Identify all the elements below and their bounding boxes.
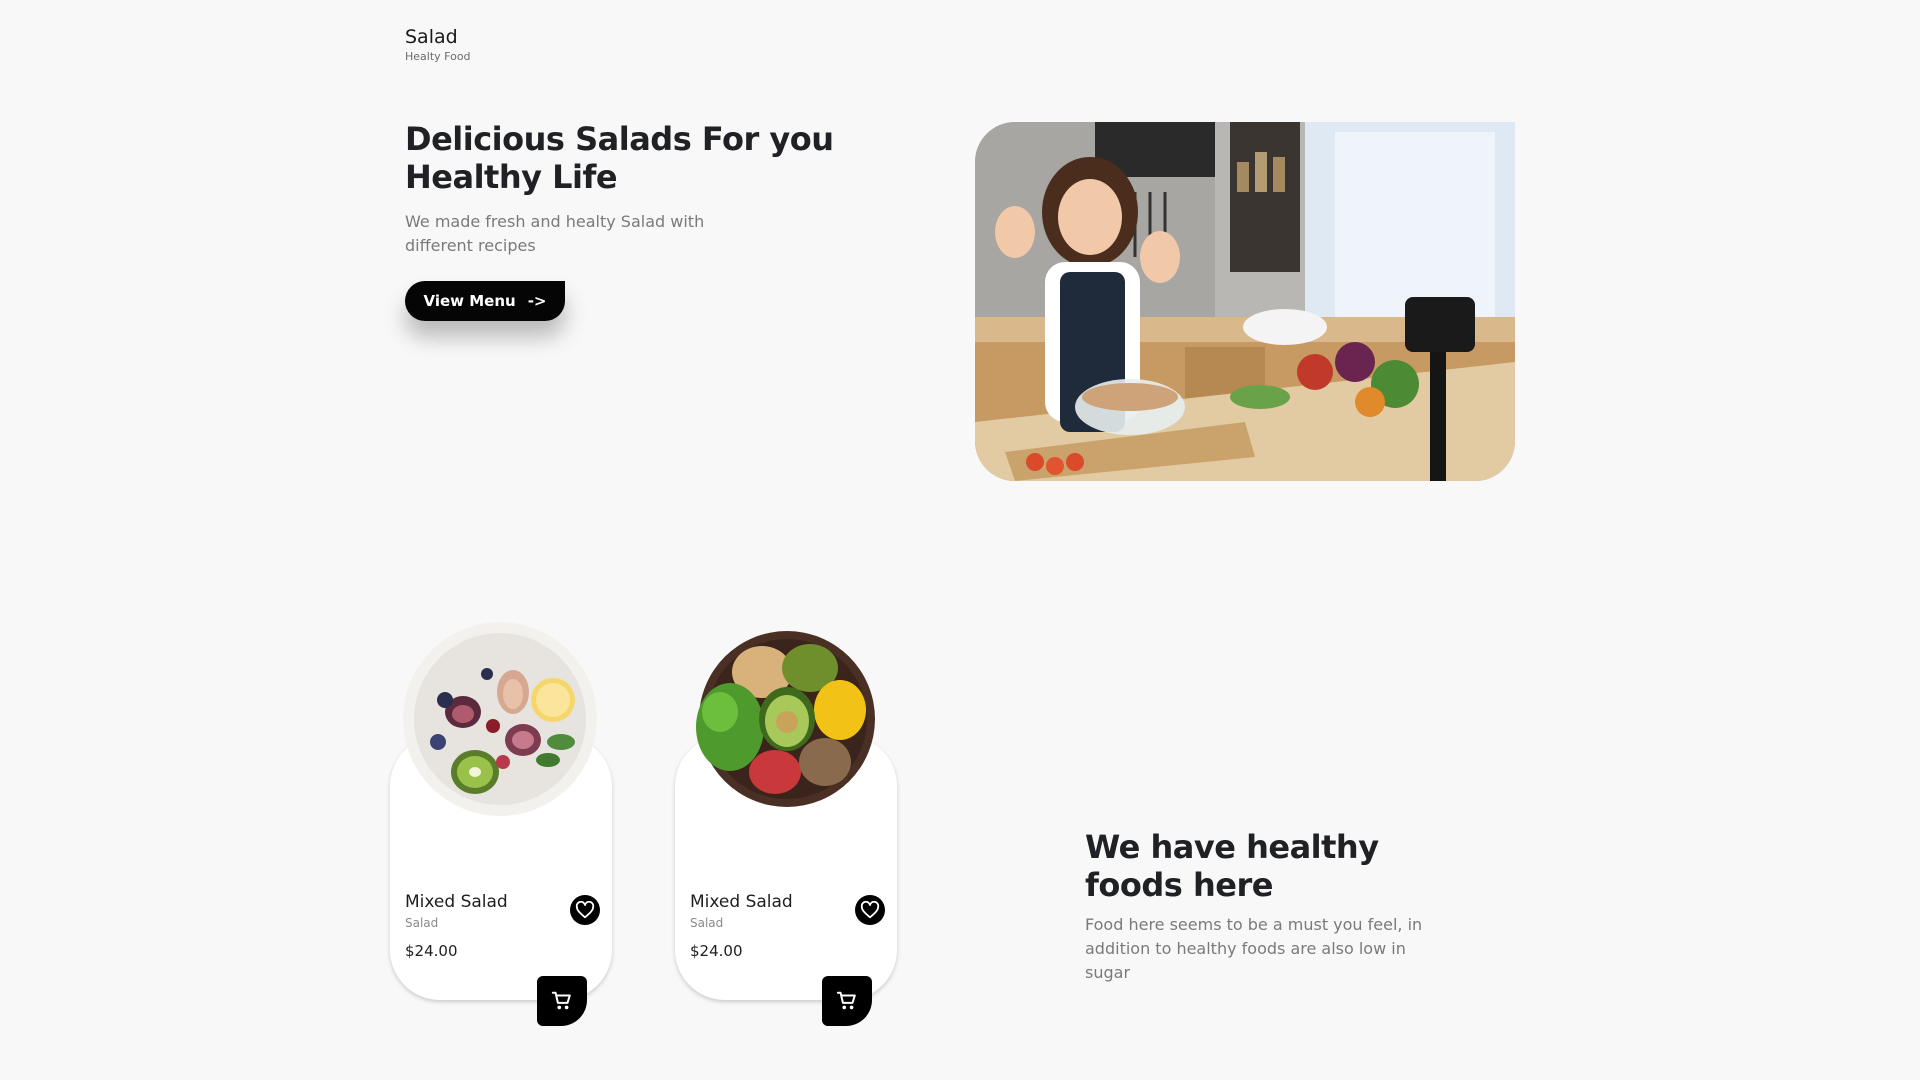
view-menu-label: View Menu [423, 292, 516, 310]
favorite-button[interactable] [570, 895, 600, 925]
info-title: We have healthy foods here [1085, 828, 1379, 904]
product-category: Salad [690, 916, 724, 930]
logo-subtitle: Healty Food [405, 50, 471, 63]
product-name: Mixed Salad [405, 892, 508, 912]
favorite-button[interactable] [855, 895, 885, 925]
heart-icon [575, 901, 595, 919]
product-price: $24.00 [690, 942, 743, 960]
logo-title: Salad [405, 26, 458, 48]
view-menu-button[interactable]: View Menu -> [405, 281, 565, 321]
fruit-salad-illustration [403, 622, 597, 816]
heart-icon [860, 901, 880, 919]
arrow-right-icon: -> [527, 292, 547, 310]
cart-icon [551, 991, 571, 1010]
landing-page: Salad Healty Food Delicious Salads For y… [0, 0, 1920, 1080]
hero-section: Delicious Salads For you Healthy Life We… [405, 120, 945, 258]
hero-description: We made fresh and healty Salad with diff… [405, 212, 705, 255]
logo[interactable]: Salad Healty Food [405, 24, 471, 64]
hero-image [975, 122, 1515, 481]
info-section: We have healthy foods here Food here see… [1085, 828, 1485, 985]
grain-bowl-illustration [696, 631, 875, 807]
kitchen-photo-illustration [975, 122, 1515, 481]
product-image [403, 622, 597, 816]
product-category: Salad [405, 916, 439, 930]
product-image [690, 622, 884, 816]
product-price: $24.00 [405, 942, 458, 960]
info-description: Food here seems to be a must you feel, i… [1085, 915, 1423, 982]
add-to-cart-button[interactable] [822, 976, 872, 1026]
product-name: Mixed Salad [690, 892, 793, 912]
hero-title: Delicious Salads For you Healthy Life [405, 120, 834, 196]
add-to-cart-button[interactable] [537, 976, 587, 1026]
cart-icon [836, 991, 856, 1010]
